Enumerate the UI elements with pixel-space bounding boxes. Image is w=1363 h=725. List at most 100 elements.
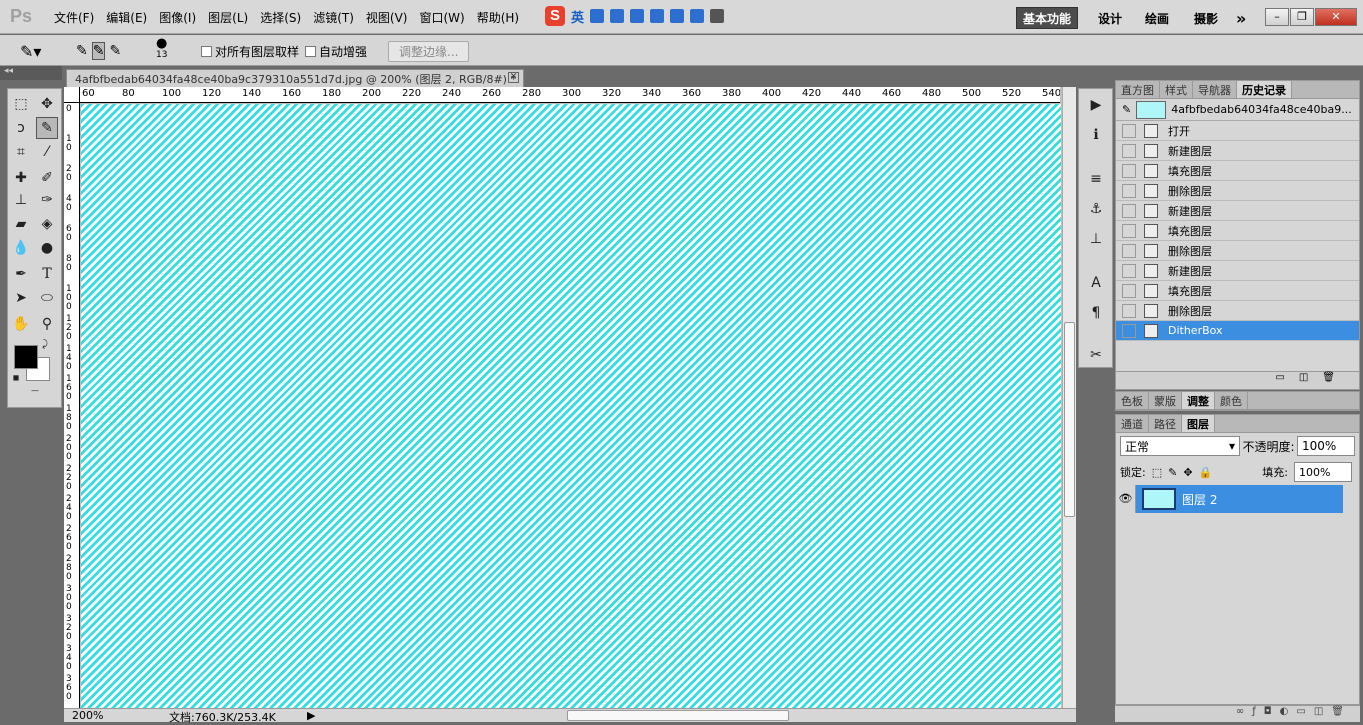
tab-layers[interactable]: 图层 xyxy=(1182,415,1215,432)
dodge-tool-icon[interactable]: ● xyxy=(36,237,58,259)
fill-input[interactable]: 100% xyxy=(1293,462,1352,482)
history-item[interactable]: 删除图层 xyxy=(1116,181,1359,201)
lock-position-icon[interactable]: ✥ xyxy=(1183,466,1192,479)
tab-swatches[interactable]: 色板 xyxy=(1116,392,1149,409)
minimize-button[interactable]: – xyxy=(1265,8,1289,26)
delete-state-icon[interactable]: 🗑 xyxy=(1322,372,1349,383)
sogou-logo-icon[interactable]: S xyxy=(545,6,565,26)
history-item[interactable]: 新建图层 xyxy=(1116,201,1359,221)
history-brush-checkbox[interactable] xyxy=(1122,243,1136,258)
history-item[interactable]: 打开 xyxy=(1116,121,1359,141)
close-button[interactable]: ✕ xyxy=(1315,8,1357,26)
menu-help[interactable]: 帮助(H) xyxy=(471,9,525,26)
marquee-tool-icon[interactable]: ⬚ xyxy=(10,93,32,115)
history-item[interactable]: DitherBox xyxy=(1116,321,1359,341)
history-item[interactable]: 填充图层 xyxy=(1116,221,1359,241)
brush-tool-icon[interactable]: ✐ xyxy=(36,167,58,189)
restore-button[interactable]: ❐ xyxy=(1290,8,1314,26)
eraser-tool-icon[interactable]: ▰ xyxy=(10,213,32,235)
punctuation-icon[interactable] xyxy=(610,9,625,23)
image-canvas[interactable] xyxy=(81,104,1061,708)
new-selection-icon[interactable]: ✎ xyxy=(76,43,88,59)
lock-all-icon[interactable]: 🔒 xyxy=(1199,466,1213,479)
auto-enhance[interactable]: 自动增强 xyxy=(305,41,367,61)
opacity-input[interactable]: 100% xyxy=(1296,436,1355,456)
screen-mode-icon[interactable] xyxy=(710,9,725,23)
visibility-eye-icon[interactable]: 👁 xyxy=(1116,485,1136,513)
document-tab[interactable]: 4afbfbedab64034fa48ce40ba9c379310a551d7d… xyxy=(66,69,524,87)
layer-style-icon[interactable]: ƒ xyxy=(1252,706,1264,717)
menu-image[interactable]: 图像(I) xyxy=(153,9,202,26)
workspace-more-icon[interactable]: » xyxy=(1236,7,1246,29)
vertical-scroll-thumb[interactable] xyxy=(1064,322,1075,517)
history-item[interactable]: 删除图层 xyxy=(1116,241,1359,261)
tab-history[interactable]: 历史记录 xyxy=(1237,81,1292,98)
stamp-tool-icon[interactable]: ⊥ xyxy=(10,189,32,211)
tab-adjustments[interactable]: 调整 xyxy=(1182,392,1215,409)
vertical-ruler[interactable]: 0 10 20 40 60 80 100 120 140 160 180 200 220 240 260 28… xyxy=(64,103,80,708)
history-brush-checkbox[interactable] xyxy=(1122,143,1136,158)
menu-view[interactable]: 视图(V) xyxy=(360,9,414,26)
default-colors-icon[interactable]: ◼ xyxy=(10,371,22,383)
new-document-from-state-icon[interactable]: ▭ xyxy=(1275,372,1298,383)
moon-icon[interactable] xyxy=(590,9,605,23)
quick-mask-icon[interactable]: — xyxy=(20,386,50,395)
shirt-icon[interactable] xyxy=(670,9,685,23)
foreground-color-swatch[interactable] xyxy=(14,345,38,369)
history-brush-checkbox[interactable] xyxy=(1122,263,1136,278)
history-item[interactable]: 填充图层 xyxy=(1116,281,1359,301)
path-selection-icon[interactable]: ➤ xyxy=(10,287,32,309)
vertical-scrollbar[interactable] xyxy=(1062,87,1076,708)
close-document-icon[interactable]: ✕ xyxy=(508,72,519,83)
delete-layer-icon[interactable]: 🗑 xyxy=(1331,706,1352,717)
crop-tool-icon[interactable]: ⌗ xyxy=(10,141,32,163)
history-brush-checkbox[interactable] xyxy=(1122,123,1136,138)
history-item[interactable]: 填充图层 xyxy=(1116,161,1359,181)
history-brush-checkbox[interactable] xyxy=(1122,283,1136,298)
tab-masks[interactable]: 蒙版 xyxy=(1149,392,1182,409)
sample-all-checkbox[interactable] xyxy=(201,45,212,57)
blur-tool-icon[interactable]: 💧 xyxy=(10,237,32,259)
pen-tool-icon[interactable]: ✒ xyxy=(10,263,32,285)
eyedropper-tool-icon[interactable]: ⁄ xyxy=(36,141,58,163)
new-group-icon[interactable]: ▭ xyxy=(1296,706,1313,717)
history-item[interactable]: 新建图层 xyxy=(1116,141,1359,161)
tab-navigator[interactable]: 导航器 xyxy=(1193,81,1237,98)
subtract-selection-icon[interactable]: ✎ xyxy=(109,43,121,59)
menu-window[interactable]: 窗口(W) xyxy=(413,9,470,26)
tab-channels[interactable]: 通道 xyxy=(1116,415,1149,432)
paragraph-icon[interactable]: ¶ xyxy=(1086,303,1106,323)
tab-paths[interactable]: 路径 xyxy=(1149,415,1182,432)
link-layers-icon[interactable]: ∞ xyxy=(1236,706,1252,717)
character-icon[interactable]: A xyxy=(1086,273,1106,293)
brushes-icon[interactable]: ≡ xyxy=(1086,169,1106,189)
type-tool-icon[interactable]: T xyxy=(36,263,58,285)
blend-mode-select[interactable]: 正常 ▾ xyxy=(1120,436,1240,456)
history-item[interactable]: 删除图层 xyxy=(1116,301,1359,321)
clone-source-icon[interactable]: ⊥ xyxy=(1086,229,1106,249)
new-layer-icon[interactable]: ◫ xyxy=(1314,706,1331,717)
tab-color[interactable]: 颜色 xyxy=(1215,392,1248,409)
tool-presets-icon[interactable]: ⚓ xyxy=(1086,199,1106,219)
workspace-painting[interactable]: 绘画 xyxy=(1145,7,1169,29)
adjustment-layer-icon[interactable]: ◐ xyxy=(1280,706,1297,717)
toolbox-header[interactable]: ◂◂ xyxy=(0,66,62,80)
hand-tool-icon[interactable]: ✋ xyxy=(10,313,32,335)
tools-icon[interactable]: ✂ xyxy=(1086,345,1106,365)
lock-pixels-icon[interactable]: ✎ xyxy=(1168,466,1177,479)
history-brush-checkbox[interactable] xyxy=(1122,323,1136,338)
status-menu-arrow-icon[interactable]: ▶ xyxy=(307,709,315,722)
lock-transparent-icon[interactable]: ⬚ xyxy=(1152,466,1162,479)
workspace-photography[interactable]: 摄影 xyxy=(1194,7,1218,29)
horizontal-scroll-thumb[interactable] xyxy=(567,710,789,721)
new-snapshot-icon[interactable]: ◫ xyxy=(1299,372,1322,383)
lasso-tool-icon[interactable]: ↄ xyxy=(10,117,32,139)
tab-styles[interactable]: 样式 xyxy=(1160,81,1193,98)
ellipse-tool-icon[interactable]: ⬭ xyxy=(36,287,58,309)
menu-filter[interactable]: 滤镜(T) xyxy=(307,9,360,26)
info-icon[interactable]: ℹ xyxy=(1086,125,1106,145)
history-brush-source-icon[interactable]: ✎ xyxy=(1122,103,1131,116)
history-brush-checkbox[interactable] xyxy=(1122,183,1136,198)
layer-row[interactable]: 👁 图层 2 xyxy=(1116,485,1343,513)
history-brush-checkbox[interactable] xyxy=(1122,203,1136,218)
